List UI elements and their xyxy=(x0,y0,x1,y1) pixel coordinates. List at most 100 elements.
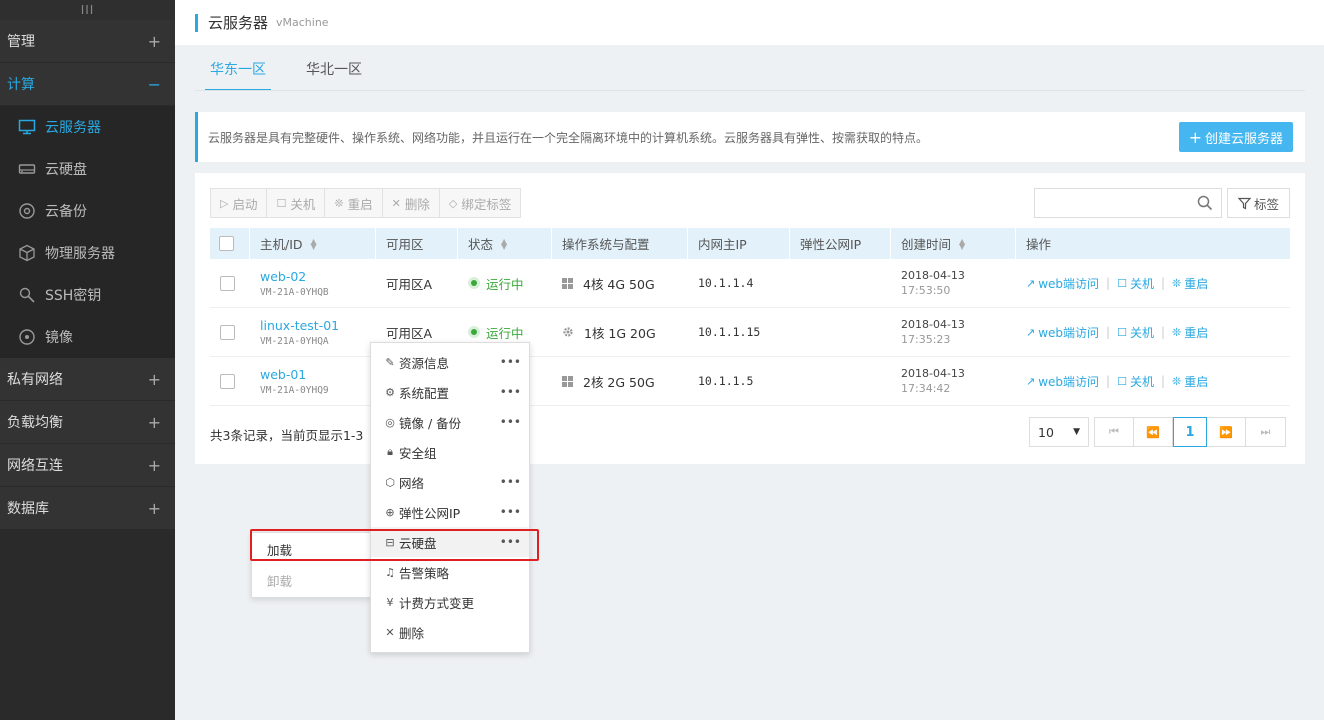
web-access-link[interactable]: ↗ web端访问 xyxy=(1026,275,1099,292)
menu-item-resource-info[interactable]: ✎ 资源信息 ••• xyxy=(371,347,529,377)
restart-link[interactable]: ❊ 重启 xyxy=(1172,373,1208,390)
attach-disk-item[interactable]: 加载 xyxy=(252,534,370,564)
th-actions: 操作 xyxy=(1016,228,1290,259)
sidebar-item-ssh-key[interactable]: SSH密钥 xyxy=(0,274,175,316)
menu-item-system-config[interactable]: ⚙ 系统配置 ••• xyxy=(371,377,529,407)
key-icon xyxy=(17,285,37,305)
menu-item-network[interactable]: ⬡ 网络 ••• xyxy=(371,467,529,497)
th-status[interactable]: 状态 ▲ ▼ xyxy=(458,228,552,259)
created-date: 2018-04-13 xyxy=(901,367,965,380)
row-checkbox[interactable] xyxy=(220,373,235,389)
restart-button[interactable]: ❊ 重启 xyxy=(325,189,383,217)
close-icon: ✕ xyxy=(391,196,401,210)
search-icon[interactable] xyxy=(1197,195,1213,214)
more-icon: ••• xyxy=(499,415,521,429)
search-input[interactable] xyxy=(1034,188,1222,218)
row-checkbox[interactable] xyxy=(220,324,235,340)
created-cell: 2018-04-13 17:34:42 xyxy=(891,357,1016,406)
first-page-button[interactable]: ⏮ xyxy=(1095,418,1134,446)
sidebar-group-compute[interactable]: 计算 − xyxy=(0,63,175,106)
restart-icon: ❊ xyxy=(334,196,344,210)
host-name-link[interactable]: linux-test-01 xyxy=(260,318,376,333)
shutdown-label: 关机 xyxy=(1129,325,1154,340)
next-page-button[interactable]: ⏩ xyxy=(1207,418,1246,446)
sort-icon: ▲ ▼ xyxy=(959,236,966,251)
last-page-button[interactable]: ⏭ xyxy=(1246,418,1285,446)
status-cell: 运行中 xyxy=(458,259,552,308)
bind-tag-label: 绑定标签 xyxy=(461,196,512,212)
create-server-button[interactable]: + 创建云服务器 xyxy=(1178,122,1293,152)
created-time: 17:53:50 xyxy=(901,284,951,297)
start-button[interactable]: ▷ 启动 xyxy=(211,189,268,217)
row-actions: ↗ web端访问 | ☐ 关机 | ❊ 重启 xyxy=(1026,324,1290,341)
os-config: 2核 2G 50G xyxy=(562,372,688,391)
menu-item-security-group[interactable]: 🔒︎ 安全组 xyxy=(371,437,529,467)
external-link-icon: ↗ xyxy=(1026,374,1036,388)
public-ip-cell xyxy=(790,357,891,406)
sidebar-item-image[interactable]: 镜像 xyxy=(0,316,175,358)
sidebar-collapse-handle[interactable]: III xyxy=(0,0,175,20)
menu-item-delete[interactable]: ✕ 删除 xyxy=(371,617,529,647)
th-host[interactable]: 主机/ID ▲ ▼ xyxy=(250,228,376,259)
sidebar-group-load-balancer[interactable]: 负载均衡 + xyxy=(0,401,175,444)
tag-filter-label: 标签 xyxy=(1253,196,1279,212)
host-cell: web-02 VM-21A-0YHQB xyxy=(250,259,376,308)
page-size-value: 10 xyxy=(1038,424,1054,440)
host-cell: web-01 VM-21A-0YHQ9 xyxy=(250,357,376,406)
delete-button[interactable]: ✕ 删除 xyxy=(382,189,440,217)
sidebar-item-cloud-server[interactable]: 云服务器 xyxy=(0,106,175,148)
stop-button[interactable]: ☐ 关机 xyxy=(267,189,326,217)
web-access-link[interactable]: ↗ web端访问 xyxy=(1026,324,1099,341)
page-header: 云服务器 vMachine xyxy=(175,0,1324,45)
select-all-checkbox[interactable] xyxy=(219,236,234,251)
row-actions: ↗ web端访问 | ☐ 关机 | ❊ 重启 xyxy=(1026,275,1290,292)
detach-disk-item[interactable]: 卸载 xyxy=(252,565,370,595)
restart-link[interactable]: ❊ 重启 xyxy=(1172,275,1208,292)
shutdown-link[interactable]: ☐ 关机 xyxy=(1117,373,1154,390)
restart-label: 重启 xyxy=(1184,276,1209,291)
expand-icon: + xyxy=(147,369,161,389)
page-size-select[interactable]: 10 ▼ xyxy=(1029,417,1089,447)
menu-item-label: 告警策略 xyxy=(399,565,450,581)
menu-item-cloud-disk[interactable]: ⊟ 云硬盘 ••• xyxy=(371,527,529,557)
host-name-link[interactable]: web-01 xyxy=(260,367,376,382)
host-name-link[interactable]: web-02 xyxy=(260,269,376,284)
page-number-button[interactable]: 1 xyxy=(1173,417,1207,447)
sidebar-item-cloud-disk[interactable]: 云硬盘 xyxy=(0,148,175,190)
shutdown-link[interactable]: ☐ 关机 xyxy=(1117,324,1154,341)
host-id: VM-21A-0YHQB xyxy=(260,286,329,298)
menu-item-billing-change[interactable]: ¥ 计费方式变更 xyxy=(371,587,529,617)
bind-tag-button[interactable]: ◇ 绑定标签 xyxy=(439,189,521,217)
menu-item-elastic-ip[interactable]: ⊕ 弹性公网IP ••• xyxy=(371,497,529,527)
sidebar-item-cloud-backup[interactable]: 云备份 xyxy=(0,190,175,232)
menu-item-label: 删除 xyxy=(399,625,425,641)
expand-icon: + xyxy=(147,412,161,432)
sidebar-group-manage[interactable]: 管理 + xyxy=(0,20,175,63)
row-checkbox[interactable] xyxy=(220,275,235,291)
cube-icon xyxy=(17,243,37,263)
sidebar-item-label: 云硬盘 xyxy=(45,162,87,178)
sidebar-group-interconnect[interactable]: 网络互连 + xyxy=(0,444,175,487)
prev-page-button[interactable]: ⏪ xyxy=(1134,418,1173,446)
menu-item-image-backup[interactable]: ◎ 镜像 / 备份 ••• xyxy=(371,407,529,437)
menu-item-label: 网络 xyxy=(399,475,425,491)
shutdown-link[interactable]: ☐ 关机 xyxy=(1117,275,1154,292)
sidebar-item-physical-server[interactable]: 物理服务器 xyxy=(0,232,175,274)
restart-icon: ❊ xyxy=(1172,374,1182,388)
tab-north-china-1[interactable]: 华北一区 xyxy=(301,52,367,91)
create-server-label: 创建云服务器 xyxy=(1204,131,1283,147)
sidebar-group-database[interactable]: 数据库 + xyxy=(0,487,175,530)
web-access-link[interactable]: ↗ web端访问 xyxy=(1026,373,1099,390)
th-os: 操作系统与配置 xyxy=(552,228,688,259)
restart-icon: ❊ xyxy=(1172,276,1182,290)
th-created[interactable]: 创建时间 ▲ ▼ xyxy=(891,228,1016,259)
row-context-menu: ✎ 资源信息 ••• ⚙ 系统配置 ••• ◎ 镜像 / 备份 ••• 🔒︎ 安… xyxy=(370,342,530,653)
tab-east-china-1[interactable]: 华东一区 xyxy=(205,52,271,91)
tag-filter-button[interactable]: 标签 xyxy=(1227,188,1290,218)
restart-link[interactable]: ❊ 重启 xyxy=(1172,324,1208,341)
sidebar-group-vpc[interactable]: 私有网络 + xyxy=(0,358,175,401)
separator: | xyxy=(1106,374,1111,388)
collapse-icon: − xyxy=(147,74,161,94)
square-icon: ☐ xyxy=(1117,325,1127,339)
menu-item-alarm-policy[interactable]: ♫ 告警策略 xyxy=(371,557,529,587)
